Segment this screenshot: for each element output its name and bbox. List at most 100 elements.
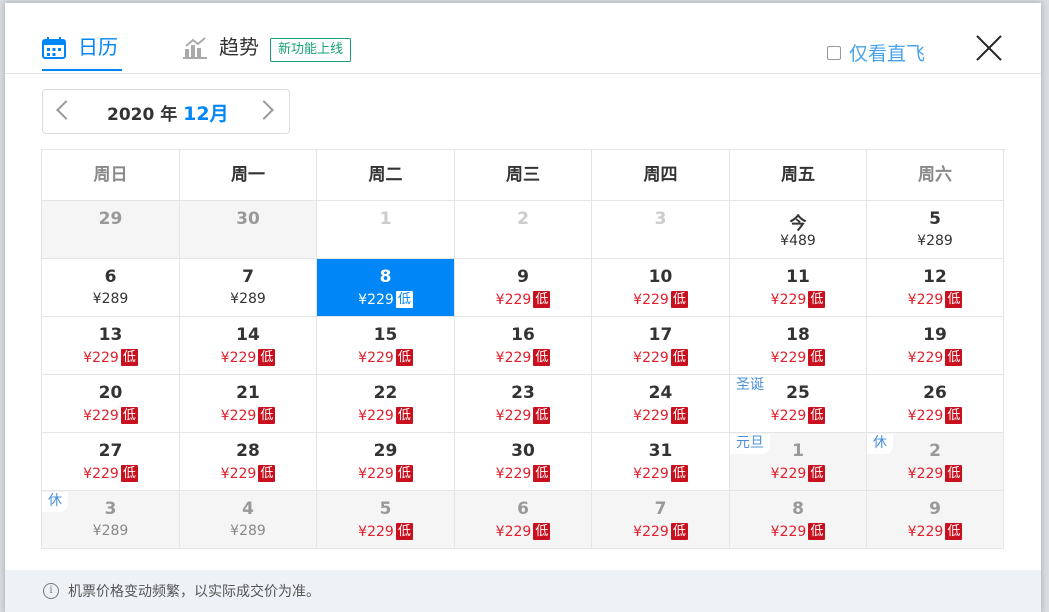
day-price: ¥489 (780, 233, 816, 249)
calendar-day[interactable]: 15 ¥229 低 (317, 317, 455, 375)
weekday-label: 周一 (180, 150, 317, 201)
calendar-day[interactable]: 5 ¥229 低 (317, 491, 455, 549)
calendar-day[interactable]: 24 ¥229 低 (592, 375, 730, 433)
weekday-label: 周五 (730, 150, 867, 201)
calendar-day[interactable]: 3 (592, 201, 730, 259)
day-price-line: ¥229 低 (317, 349, 454, 366)
calendar-day[interactable]: 29 ¥229 低 (317, 433, 455, 491)
day-number: 21 (236, 383, 260, 403)
calendar-day[interactable]: 5 ¥289 (867, 201, 1004, 259)
day-price: ¥229 (907, 407, 944, 424)
calendar-day[interactable]: 20 ¥229 低 (42, 375, 180, 433)
day-price-line: ¥229 低 (317, 465, 454, 482)
day-price-line: ¥229 低 (730, 291, 866, 308)
calendar-day[interactable]: 28 ¥229 低 (180, 433, 317, 491)
calendar-day[interactable]: 9 ¥229 低 (867, 491, 1004, 549)
day-price-line: ¥229 低 (180, 349, 316, 366)
calendar-day[interactable]: 19 ¥229 低 (867, 317, 1004, 375)
info-icon: i (43, 583, 59, 599)
calendar-day[interactable]: 6 ¥229 低 (455, 491, 592, 549)
calendar-day[interactable]: 17 ¥229 低 (592, 317, 730, 375)
direct-only-checkbox[interactable] (827, 45, 841, 60)
lowest-price-badge: 低 (808, 465, 826, 482)
calendar-day[interactable]: 29 (42, 201, 180, 259)
day-price: ¥229 (770, 465, 807, 482)
calendar-day[interactable]: 27 ¥229 低 (42, 433, 180, 491)
calendar-day[interactable]: 21 ¥229 低 (180, 375, 317, 433)
day-number: 17 (648, 325, 673, 345)
disclaimer-text: 机票价格变动频繁，以实际成交价为准。 (68, 584, 320, 600)
calendar-day[interactable]: 休 3 ¥289 (42, 491, 180, 549)
month-navigator: 2020 年 12月 (42, 89, 290, 134)
calendar-day[interactable]: 11 ¥229 低 (730, 259, 867, 317)
calendar-day[interactable]: 22 ¥229 低 (317, 375, 455, 433)
day-price-line: ¥289 (180, 291, 316, 307)
day-price: ¥229 (220, 407, 257, 424)
day-price: ¥229 (220, 349, 257, 366)
day-price-line: ¥229 低 (592, 349, 729, 366)
direct-only-toggle[interactable]: 仅看直飞 (827, 39, 925, 66)
calendar-day-selected[interactable]: 8 ¥229 低 (317, 259, 455, 317)
day-number: 2 (517, 209, 529, 229)
calendar-day[interactable]: 1 (317, 201, 455, 259)
close-icon[interactable] (974, 33, 1004, 63)
day-price-line: ¥229 低 (455, 523, 591, 540)
calendar-day[interactable]: 31 ¥229 低 (592, 433, 730, 491)
calendar-day[interactable]: 7 ¥289 (180, 259, 317, 317)
calendar-day[interactable]: 13 ¥229 低 (42, 317, 180, 375)
day-price: ¥229 (83, 407, 119, 424)
calendar-day[interactable]: 6 ¥289 (42, 259, 180, 317)
calendar-day[interactable]: 30 ¥229 低 (455, 433, 592, 491)
day-price-line: ¥229 低 (592, 407, 729, 424)
day-number: 24 (648, 383, 673, 403)
tab-trend-label: 趋势 (219, 35, 259, 59)
calendar-day[interactable]: 16 ¥229 低 (455, 317, 592, 375)
day-price: ¥229 (358, 291, 394, 308)
calendar-day[interactable]: 14 ¥229 低 (180, 317, 317, 375)
calendar-day[interactable]: 26 ¥229 低 (867, 375, 1004, 433)
lowest-price-badge: 低 (533, 349, 551, 366)
day-price-line: ¥229 低 (180, 465, 316, 482)
day-price-line: ¥229 低 (42, 407, 179, 424)
day-price: ¥289 (917, 233, 953, 249)
calendar-week-row: 休 3 ¥289 4 ¥289 5 ¥229 低 6 ¥229 低 7 ¥229 低 8 ¥229 低 9 ¥229… (42, 491, 1005, 549)
tab-calendar[interactable]: 日历 (42, 33, 122, 71)
calendar-day[interactable]: 18 ¥229 低 (730, 317, 867, 375)
lowest-price-badge: 低 (533, 407, 551, 424)
day-number: 29 (98, 209, 123, 229)
price-disclaimer: i 机票价格变动频繁，以实际成交价为准。 (5, 570, 1041, 612)
day-price-line: ¥229 低 (180, 407, 316, 424)
calendar-day[interactable]: 元旦 1 ¥229 低 (730, 433, 867, 491)
day-price-line: ¥229 低 (592, 465, 729, 482)
day-price-line: ¥229 低 (867, 407, 1003, 424)
calendar-day[interactable]: 休 2 ¥229 低 (867, 433, 1004, 491)
calendar-day[interactable]: 10 ¥229 低 (592, 259, 730, 317)
calendar-day[interactable]: 7 ¥229 低 (592, 491, 730, 549)
tab-trend[interactable]: 趋势 (183, 33, 259, 69)
calendar-day[interactable]: 2 (455, 201, 592, 259)
current-month: 2020 年 12月 (107, 99, 229, 126)
calendar-day[interactable]: 圣诞 25 ¥229 低 (730, 375, 867, 433)
day-price-line: ¥229 低 (867, 349, 1003, 366)
lowest-price-badge: 低 (395, 465, 413, 482)
day-price-line: ¥229 低 (730, 465, 866, 482)
day-number: 10 (648, 267, 673, 287)
calendar-day[interactable]: 8 ¥229 低 (730, 491, 867, 549)
day-number: 14 (236, 325, 260, 345)
calendar-day[interactable]: 今 ¥489 (730, 201, 867, 259)
lowest-price-badge: 低 (808, 407, 826, 424)
lowest-price-badge: 低 (945, 465, 963, 482)
weekday-header: 周日 周一 周二 周三 周四 周五 周六 (42, 150, 1005, 201)
day-number: 1 (792, 441, 804, 461)
calendar-day[interactable]: 12 ¥229 低 (867, 259, 1004, 317)
calendar-day[interactable]: 23 ¥229 低 (455, 375, 592, 433)
calendar-week-row: 20 ¥229 低 21 ¥229 低 22 ¥229 低 23 ¥229 低 24 ¥229 低圣诞 25 ¥… (42, 375, 1005, 433)
calendar-day[interactable]: 4 ¥289 (180, 491, 317, 549)
chevron-right-icon[interactable] (254, 100, 274, 120)
day-price-line: ¥229 低 (592, 523, 729, 540)
calendar-day[interactable]: 9 ¥229 低 (455, 259, 592, 317)
calendar-day[interactable]: 30 (180, 201, 317, 259)
day-number: 18 (786, 325, 810, 345)
chevron-left-icon[interactable] (56, 100, 76, 120)
lowest-price-badge: 低 (120, 407, 138, 424)
